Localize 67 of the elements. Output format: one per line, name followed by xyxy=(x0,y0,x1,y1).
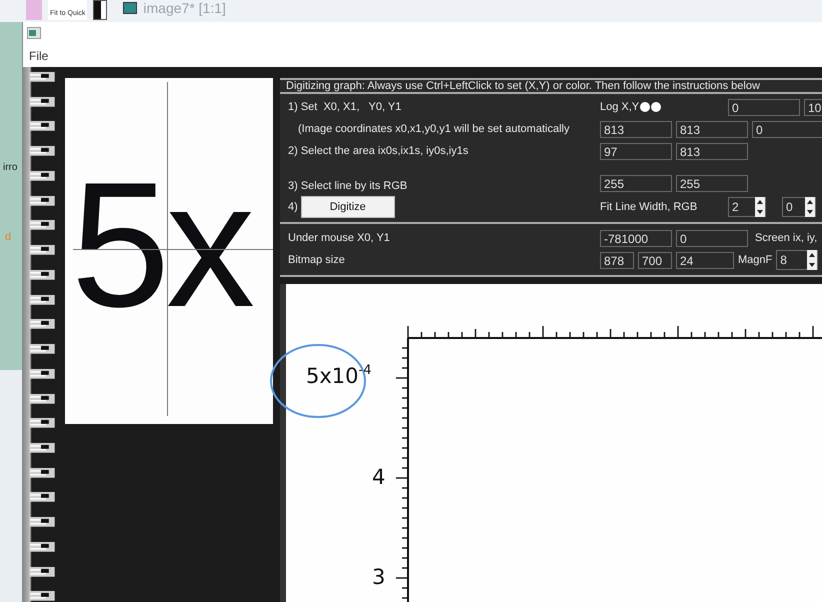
binder-clip-icon xyxy=(28,145,56,157)
step-label: 4) xyxy=(288,201,298,213)
binder-clip-icon xyxy=(28,294,56,306)
spin-arrows-icon[interactable] xyxy=(755,197,765,217)
app-icon xyxy=(27,27,41,39)
image-icon xyxy=(123,2,138,14)
side-label: d xyxy=(5,231,12,243)
value-field[interactable]: -781000 xyxy=(600,230,672,246)
document-title: image7* [1:1] xyxy=(143,0,226,16)
binder-clip-icon xyxy=(28,417,56,430)
value-field[interactable]: 24 xyxy=(676,252,734,268)
input-field[interactable]: 813 xyxy=(676,120,748,138)
input-field[interactable]: 10 xyxy=(804,98,822,116)
thumbnail-icon[interactable] xyxy=(93,0,108,20)
spin-arrows-icon[interactable] xyxy=(805,197,815,217)
binder-clip-icon xyxy=(28,466,56,478)
input-field[interactable]: 813 xyxy=(600,120,672,138)
step-label: 3) Select line by its RGB xyxy=(288,180,408,192)
input-field[interactable]: 0 xyxy=(752,120,822,138)
step-label: 2) Select the area ix0s,ix1s, iy0s,iy1s xyxy=(288,145,470,157)
input-field[interactable]: 813 xyxy=(676,142,748,160)
magnf-label: MagnF xyxy=(738,254,772,266)
mouse-label: Under mouse X0, Y1 xyxy=(288,232,391,244)
instruction-text: Digitizing graph: Always use Ctrl+LeftClick to set (X,Y) or color. Then follow the instructions below xyxy=(286,80,760,92)
binder-clip-icon xyxy=(28,219,56,232)
input-field[interactable]: 97 xyxy=(600,142,672,160)
radio-button[interactable] xyxy=(640,102,650,112)
binder-clip-icon xyxy=(28,318,56,330)
binder-clip-icon xyxy=(28,120,56,132)
note-text: (Image coordinates x0,x1,y0,y1 will be set automatically xyxy=(297,123,570,135)
value-field[interactable]: 878 xyxy=(600,252,634,268)
menu-item[interactable]: File xyxy=(29,48,48,62)
digitize-button[interactable]: Digitize xyxy=(300,196,395,218)
binder-clip-icon xyxy=(28,368,56,380)
spin-box[interactable]: 8 xyxy=(776,250,818,270)
binder-clip-icon xyxy=(28,392,56,404)
binder-clip-icon xyxy=(28,566,56,578)
binder-clip-icon xyxy=(28,194,56,206)
side-label: irro xyxy=(3,162,18,173)
binder-clip-icon xyxy=(28,268,56,281)
spin-arrows-icon[interactable] xyxy=(807,250,818,270)
fit-label: Fit Line Width, RGB xyxy=(600,201,698,213)
binder-clip-icon xyxy=(28,170,56,182)
spin-box[interactable]: 2 xyxy=(728,197,766,217)
spin-box[interactable]: 0 xyxy=(782,197,816,217)
input-field[interactable]: 255 xyxy=(676,175,748,192)
binder-clip-icon xyxy=(28,491,56,504)
screen-label: Screen ix, iy, xyxy=(755,232,818,244)
value-field[interactable]: 0 xyxy=(676,230,748,246)
binder-clip-icon xyxy=(28,590,56,602)
input-field[interactable]: 255 xyxy=(600,175,672,192)
step-label: 1) Set X0, X1, Y0, Y1 xyxy=(288,101,402,113)
thumbnail-icon[interactable] xyxy=(26,0,42,20)
log-label: Log X,Y xyxy=(600,101,640,113)
axis-label: 3 xyxy=(372,567,386,588)
binder-clip-icon xyxy=(28,96,56,108)
bitmap-label: Bitmap size xyxy=(288,254,346,266)
binder-clip-icon xyxy=(28,244,56,256)
binder-clip-icon xyxy=(28,343,56,355)
binder-clip-icon xyxy=(28,442,56,454)
input-field[interactable]: 0 xyxy=(728,98,800,116)
radio-button[interactable] xyxy=(651,102,662,112)
binder-clip-icon xyxy=(28,516,56,528)
value-field[interactable]: 700 xyxy=(638,252,672,268)
axis-label: 4 xyxy=(372,467,386,488)
binder-clip-icon xyxy=(28,540,56,553)
binder-clip-icon xyxy=(28,71,56,83)
